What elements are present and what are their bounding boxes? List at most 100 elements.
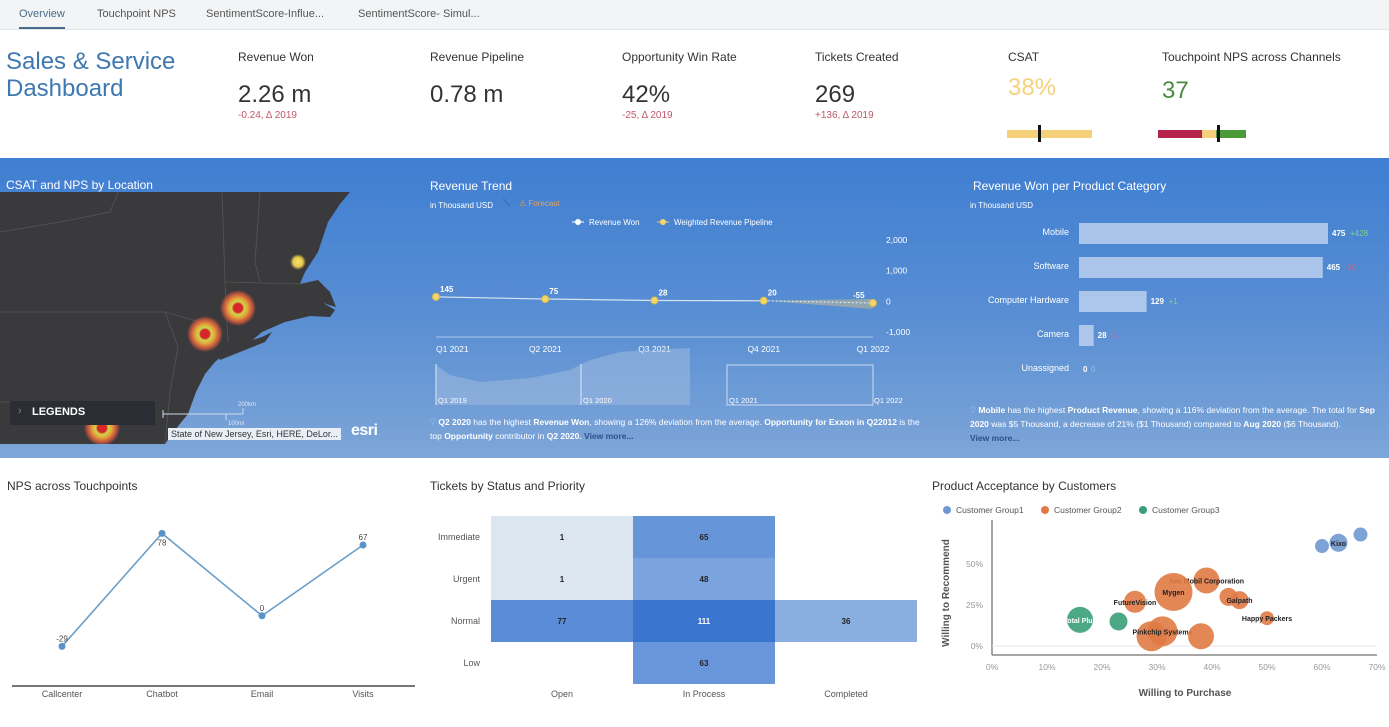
tab-sentimentscore-influence[interactable]: SentimentScore-Influe...	[206, 8, 324, 20]
forecast-toggle[interactable]: ⚠ Forecast	[519, 199, 560, 208]
cell-value: 65	[700, 533, 709, 542]
kpi-revenue-pipeline[interactable]: Revenue Pipeline 0.78 m	[430, 50, 524, 109]
nps-touchpoints-chart[interactable]: -29 Callcenter 78 Chatbot 0 Email 67 Visits	[0, 498, 420, 727]
y-tick-label: -1,000	[886, 327, 910, 337]
x-tick-label: 20%	[1093, 662, 1110, 672]
revenue-trend-unit: in Thousand USD	[430, 201, 493, 210]
acceptance-scatter-chart[interactable]: Customer Group1 Customer Group2 Customer G…	[925, 498, 1389, 727]
insight-text: Opportunity for Exxon in Q22012	[764, 417, 897, 427]
cell-value: 48	[700, 575, 709, 584]
bubble-label: Total Plus	[1064, 618, 1097, 625]
nps-point	[258, 612, 266, 620]
tickets-title: Tickets by Status and Priority	[430, 479, 585, 493]
x-tick-label: Q1 2021	[436, 344, 469, 354]
insight-text: Aug 2020	[1243, 419, 1282, 429]
cell-value: 1	[560, 575, 565, 584]
bubble-label: Galpath	[1226, 598, 1252, 605]
pipeline-line	[435, 296, 764, 302]
tickets-heatmap[interactable]: Immediate 1 65 Urgent 1 48 Normal 77 111 36 Low 63 O…	[420, 498, 930, 727]
data-label: 67	[359, 533, 368, 542]
product-category-chart[interactable]: Mobile 475 +428Software 465 -10Computer Hard…	[940, 210, 1389, 380]
nps-line	[61, 532, 364, 647]
kpi-touchpoint-nps[interactable]: Touchpoint NPS across Channels 37	[1162, 50, 1341, 105]
bubble-label: Kixo	[1331, 541, 1346, 548]
x-tick-label: 0%	[986, 662, 999, 672]
nps-bullet-good-range	[1216, 130, 1246, 138]
legend-label: Customer Group1	[956, 505, 1024, 515]
kpi-value: 2.26 m	[238, 81, 312, 108]
pipeline-point	[650, 296, 659, 305]
location-marker	[220, 290, 256, 326]
kpi-csat[interactable]: CSAT 38%	[1008, 50, 1056, 102]
tab-overview[interactable]: Overview	[19, 8, 65, 29]
scatter-bubble	[1315, 539, 1329, 554]
x-tick-label: 30%	[1148, 662, 1165, 672]
view-more-link[interactable]: View more...	[582, 431, 633, 441]
kpi-opportunity-win-rate[interactable]: Opportunity Win Rate 42% -25, Δ 2019	[622, 50, 737, 121]
insight-text: Opportunity	[444, 431, 493, 441]
insight-text: Revenue Won	[533, 417, 590, 427]
kpi-label: Revenue Won	[238, 50, 314, 64]
x-tick-label: Q4 2021	[747, 344, 780, 354]
y-axis-title: Willing to Recommend	[941, 539, 952, 647]
kpi-value: 0.78 m	[430, 81, 504, 108]
kpi-label: Opportunity Win Rate	[622, 50, 737, 64]
cell-value: 77	[558, 617, 567, 626]
pipeline-point	[759, 296, 768, 305]
legends-button[interactable]: › LEGENDS	[10, 401, 155, 425]
data-label: -29	[56, 634, 68, 643]
bubble-label: FutureVision	[1114, 600, 1157, 607]
csat-bullet-chart	[1007, 125, 1092, 142]
chevron-right-icon: ›	[18, 405, 22, 417]
y-tick-label: 0%	[971, 641, 984, 651]
kpi-delta: +136, Δ 2019	[815, 110, 874, 121]
x-axis-title: Willing to Purchase	[1139, 688, 1232, 699]
trend-navigator: Q1 2019 Q1 2020 Q1 2021 Q1 2022	[435, 348, 903, 406]
cell-value: 63	[700, 659, 709, 668]
location-marker	[187, 316, 223, 352]
kpi-tickets-created[interactable]: Tickets Created 269 +136, Δ 2019	[815, 50, 899, 121]
trend-line-icon[interactable]: ⟍	[503, 198, 510, 209]
bubble-label: Pinkchip Systems	[1133, 629, 1193, 636]
tab-sentimentscore-simulation[interactable]: SentimentScore- Simul...	[358, 8, 480, 20]
kpi-delta: -0.24, Δ 2019	[238, 110, 297, 121]
revenue-trend-chart[interactable]: Revenue Won Weighted Revenue Pipeline 2,…	[420, 210, 940, 410]
bottom-charts: NPS across Touchpoints -29 Callcenter 78 Ch…	[0, 458, 1389, 727]
y-tick-label: 50%	[966, 559, 983, 569]
x-tick-label: Email	[251, 689, 274, 699]
value-label: 28	[1098, 331, 1107, 340]
value-label: 475	[1332, 229, 1346, 238]
legend-marker	[1139, 506, 1147, 514]
delta-label: +1	[1169, 297, 1179, 306]
row-label: Normal	[451, 616, 480, 626]
kpi-revenue-won[interactable]: Revenue Won 2.26 m -0.24, Δ 2019	[238, 50, 314, 121]
kpi-delta: -25, Δ 2019	[622, 110, 673, 121]
kpi-header: Sales & Service Dashboard Revenue Won 2.…	[0, 30, 1389, 158]
legend-marker	[1041, 506, 1049, 514]
data-label: 78	[158, 538, 167, 547]
data-label: 145	[440, 285, 454, 294]
location-map[interactable]: 200km 100mi › LEGENDS State of New Jerse…	[0, 192, 378, 444]
tab-touchpoint-nps[interactable]: Touchpoint NPS	[97, 8, 176, 20]
category-label: Software	[1033, 261, 1069, 271]
kpi-label: Touchpoint NPS across Channels	[1162, 50, 1341, 64]
y-tick-label: 2,000	[886, 235, 908, 245]
acceptance-title: Product Acceptance by Customers	[932, 479, 1117, 493]
tab-bar: Overview Touchpoint NPS SentimentScore-I…	[0, 0, 1389, 30]
y-tick-label: 25%	[966, 600, 983, 610]
value-label: 465	[1327, 263, 1341, 272]
forecast-label: Forecast	[528, 199, 560, 208]
x-tick-label: Q1 2022	[857, 344, 890, 354]
map-attribution[interactable]: State of New Jersey, Esri, HERE, DeLor..…	[168, 428, 341, 440]
dashboard-title-line2: Dashboard	[6, 75, 124, 102]
insight-text: was $5 Thousand, a decrease of 21% ($1 T…	[988, 419, 1244, 429]
navigator-label: Q1 2021	[729, 396, 758, 405]
delta-label: +428	[1350, 229, 1369, 238]
legend-label-revenue-won: Revenue Won	[589, 218, 640, 227]
navigator-label: Q1 2022	[874, 396, 903, 405]
bubble-label: Happy Packers	[1242, 616, 1292, 623]
category-label: Computer Hardware	[988, 295, 1069, 305]
x-tick-label: Visits	[352, 689, 374, 699]
esri-logo: esri	[351, 422, 378, 439]
view-more-link[interactable]: View more...	[970, 433, 1019, 443]
